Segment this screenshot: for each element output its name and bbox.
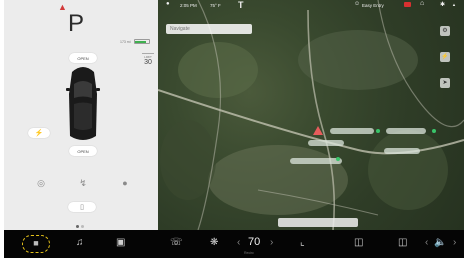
page-indicator — [76, 225, 84, 228]
phone-icon[interactable]: ☏ — [170, 238, 183, 248]
temperature-caption: Recirc — [244, 251, 254, 255]
car-status-panel: ▲ P 173 mi LIMIT 30 OPEN ⚡ OPEN ◎ ↯ ● ▯ — [4, 0, 158, 230]
sentry-mode-icon[interactable]: ◎ — [35, 178, 47, 189]
charging-icon[interactable]: ↯ — [77, 178, 89, 189]
battery-bar — [133, 39, 150, 44]
navigation-search-input[interactable]: Navigate — [166, 24, 252, 34]
wiper-icon: ▯ — [80, 204, 84, 211]
seat-heater-icon[interactable]: ⌞ — [300, 238, 305, 248]
navigation-search-placeholder: Navigate — [170, 26, 190, 32]
charge-port-button[interactable]: ⚡ — [28, 128, 50, 138]
lte-icon: ▲ — [452, 2, 456, 7]
home-icon[interactable]: ⌂ — [420, 0, 424, 7]
bluetooth-icon[interactable]: ✱ — [440, 1, 445, 8]
cabin-temperature[interactable]: 70 — [248, 237, 260, 248]
map-orientation-button[interactable]: ➤ — [440, 78, 450, 88]
seatbelt-warning-icon: ▲ — [58, 2, 67, 12]
map-settings-button[interactable]: ⚙ — [440, 26, 450, 36]
temperature-increase-icon[interactable]: › — [270, 238, 273, 248]
open-frunk-button[interactable]: OPEN — [69, 53, 97, 63]
wiper-button[interactable]: ▯ — [68, 202, 96, 212]
rear-defrost-icon[interactable]: ◫ — [398, 238, 407, 248]
front-defrost-icon[interactable]: ◫ — [354, 238, 363, 248]
outside-temperature: 75° F — [210, 3, 221, 8]
temperature-decrease-icon[interactable]: ‹ — [237, 238, 240, 248]
volume-icon[interactable]: 🔈 — [434, 238, 446, 248]
current-location-marker — [313, 126, 323, 135]
open-trunk-button[interactable]: OPEN — [69, 146, 97, 156]
microphone-icon[interactable]: ● — [119, 178, 131, 188]
battery-fill — [135, 40, 147, 43]
page-dot — [76, 225, 79, 228]
compass-icon: ➤ — [442, 80, 448, 86]
tesla-logo-icon[interactable]: T — [238, 0, 244, 10]
battery-indicator: 173 mi — [120, 39, 150, 44]
bottom-dock: ■ ♫ ▣ ☏ ❋ ‹ 70 › Recirc ⌞ ◫ ◫ ‹ 🔈 › — [4, 230, 464, 258]
map-place-label[interactable] — [386, 128, 426, 134]
charger-map-button[interactable]: ⚡ — [440, 52, 450, 62]
status-bar: ● 2:05 PM 75° F T ☺ Easy Entry ⌂ ✱ ▲ — [158, 0, 464, 11]
tesla-touchscreen: ▲ P 173 mi LIMIT 30 OPEN ⚡ OPEN ◎ ↯ ● ▯ — [4, 0, 464, 258]
map-place-label[interactable] — [384, 148, 420, 154]
volume-increase-icon[interactable]: › — [453, 238, 456, 248]
battery-range: 173 mi — [120, 39, 131, 44]
map-poi-marker[interactable] — [336, 157, 340, 161]
gear-indicator: P — [68, 10, 85, 37]
gear-icon: ⚙ — [442, 28, 448, 34]
driver-profile[interactable]: Easy Entry — [362, 3, 384, 8]
charge-port-icon: ⚡ — [34, 130, 44, 137]
navigation-map[interactable]: ● 2:05 PM 75° F T ☺ Easy Entry ⌂ ✱ ▲ Nav… — [158, 0, 464, 230]
map-place-label[interactable] — [290, 158, 342, 164]
volume-decrease-icon[interactable]: ‹ — [425, 238, 428, 248]
clock: 2:05 PM — [180, 3, 197, 8]
speed-limit-sign: LIMIT 30 — [142, 53, 154, 66]
speed-limit-value: 30 — [144, 59, 152, 66]
map-bottom-card[interactable] — [278, 218, 358, 227]
page-dot — [81, 225, 84, 228]
map-place-label[interactable] — [330, 128, 374, 134]
fan-icon[interactable]: ❋ — [210, 238, 218, 248]
charger-icon: ⚡ — [441, 54, 449, 60]
lock-icon[interactable]: ● — [166, 1, 170, 7]
car-icon[interactable]: ■ — [22, 235, 50, 253]
map-place-label[interactable] — [308, 140, 344, 146]
dashcam-icon[interactable] — [404, 2, 411, 7]
car-top-view — [66, 67, 100, 140]
map-terrain — [158, 0, 464, 230]
music-note-icon[interactable]: ♫ — [76, 238, 84, 248]
profile-icon[interactable]: ☺ — [354, 1, 360, 7]
app-launcher-icon[interactable]: ▣ — [116, 238, 125, 248]
map-poi-marker[interactable] — [376, 129, 380, 133]
map-poi-marker[interactable] — [432, 129, 436, 133]
